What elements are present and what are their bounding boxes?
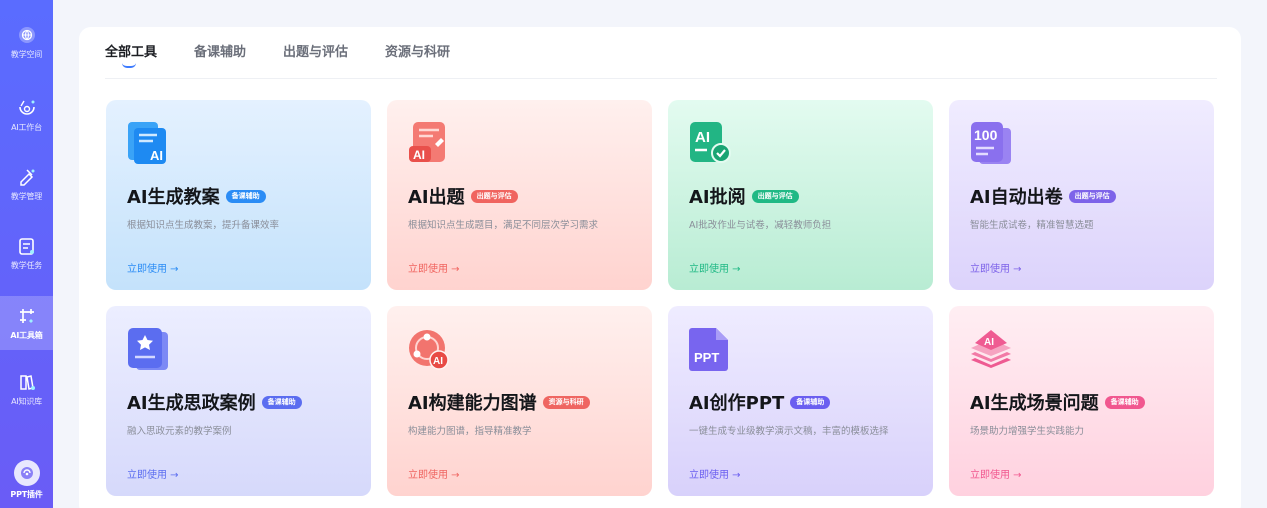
card-description: 场景助力增强学生实践能力: [970, 426, 1085, 437]
sidebar-item-label: PPT插件: [10, 490, 43, 499]
knowledge-icon: [17, 372, 37, 392]
tab-bar: 全部工具 备课辅助 出题与评估 资源与科研: [105, 43, 1217, 79]
tab-lesson-prep[interactable]: 备课辅助: [194, 43, 246, 63]
sidebar: 教学空间 AI工作台 教学管理 教学任务 AI工具箱 AI知识库 PPT插件: [0, 0, 53, 508]
card-title: AI创作PPT: [689, 393, 785, 414]
sidebar-item-label: AI知识库: [11, 396, 42, 406]
card-title: AI自动出卷: [970, 187, 1063, 208]
card-title: AI生成教案: [127, 187, 220, 208]
workbench-icon: [17, 98, 37, 118]
svg-text:AI: AI: [695, 129, 710, 146]
sidebar-item-ai-workbench[interactable]: AI工作台: [0, 85, 53, 145]
category-badge: 出题与评估: [1068, 189, 1116, 203]
svg-text:PPT: PPT: [694, 350, 719, 365]
tab-label: 资源与科研: [385, 45, 451, 60]
tool-card-exam-paper[interactable]: 100 AI自动出卷 出题与评估 智能生成试卷，精准智慧选题 立即使用 →: [949, 100, 1214, 290]
use-now-link[interactable]: 立即使用 →: [408, 260, 460, 275]
tool-card-question-gen[interactable]: AI AI出题 出题与评估 根据知识点生成题目，满足不同层次学习需求 立即使用 …: [387, 100, 652, 290]
tool-card-ability-map[interactable]: AI AI构建能力图谱 资源与科研 构建能力图谱，指导精准教学 立即使用 →: [387, 306, 652, 496]
card-description: 构建能力图谱，指导精准教学: [408, 426, 532, 437]
card-title-row: AI生成教案 备课辅助: [127, 183, 266, 209]
lesson-plan-icon: AI: [126, 120, 168, 166]
tool-card-grading[interactable]: AI AI批阅 出题与评估 AI批改作业与试卷，减轻教师负担 立即使用 →: [668, 100, 933, 290]
svg-text:AI: AI: [413, 148, 425, 162]
card-title: AI批阅: [689, 187, 746, 208]
toolbox-icon: [17, 306, 37, 326]
use-now-link[interactable]: 立即使用 →: [689, 466, 741, 481]
card-title-row: AI自动出卷 出题与评估: [970, 183, 1116, 209]
svg-text:AI: AI: [433, 356, 443, 367]
svg-text:AI: AI: [984, 337, 994, 348]
use-now-link[interactable]: 立即使用 →: [127, 260, 179, 275]
category-badge: 备课辅助: [225, 189, 266, 203]
tab-resource-research[interactable]: 资源与科研: [385, 43, 450, 63]
category-badge: 资源与科研: [542, 395, 590, 409]
use-now-link[interactable]: 立即使用 →: [689, 260, 741, 275]
tab-label: 备课辅助: [194, 45, 247, 60]
category-badge: 备课辅助: [790, 395, 831, 409]
globe-icon: [17, 25, 37, 45]
card-description: 一键生成专业级教学演示文稿，丰富的模板选择: [689, 426, 889, 437]
use-now-link[interactable]: 立即使用 →: [970, 260, 1022, 275]
question-gen-icon: AI: [407, 120, 449, 166]
card-title-row: AI生成场景问题 备课辅助: [970, 389, 1145, 415]
exam-paper-icon: 100: [969, 120, 1011, 166]
category-badge: 备课辅助: [1104, 395, 1145, 409]
tool-card-ideology-case[interactable]: AI生成思政案例 备课辅助 融入思政元素的教学案例 立即使用 →: [106, 306, 371, 496]
ppt-create-icon: PPT: [688, 326, 730, 372]
management-icon: [17, 167, 37, 187]
sidebar-item-label: 教学管理: [10, 191, 43, 201]
card-description: AI批改作业与试卷，减轻教师负担: [689, 220, 832, 231]
card-description: 智能生成试卷，精准智慧选题: [970, 220, 1094, 231]
tool-card-scenario[interactable]: AI AI生成场景问题 备课辅助 场景助力增强学生实践能力 立即使用 →: [949, 306, 1214, 496]
use-now-link[interactable]: 立即使用 →: [127, 466, 179, 481]
use-now-link[interactable]: 立即使用 →: [408, 466, 460, 481]
card-title-row: AI生成思政案例 备课辅助: [127, 389, 302, 415]
svg-text:AI: AI: [150, 148, 163, 163]
card-title: AI构建能力图谱: [408, 393, 537, 414]
tab-label: 出题与评估: [283, 45, 349, 60]
grading-icon: AI: [688, 120, 731, 166]
task-icon: [17, 236, 37, 256]
tab-label: 全部工具: [105, 45, 158, 60]
sidebar-item-label: 教学空间: [10, 49, 43, 59]
tab-all-tools[interactable]: 全部工具: [105, 43, 158, 68]
tool-card-ppt-create[interactable]: PPT AI创作PPT 备课辅助 一键生成专业级教学演示文稿，丰富的模板选择 立…: [668, 306, 933, 496]
ideology-case-icon: [126, 326, 168, 372]
sidebar-item-teaching-space[interactable]: 教学空间: [0, 12, 53, 72]
sidebar-item-ai-toolbox[interactable]: AI工具箱: [0, 296, 53, 350]
scenario-icon: AI: [969, 326, 1011, 372]
card-title: AI生成场景问题: [970, 393, 1099, 414]
sidebar-item-ai-knowledge[interactable]: AI知识库: [0, 359, 53, 419]
card-description: 根据知识点生成教案，提升备课效率: [127, 220, 280, 231]
category-badge: 备课辅助: [261, 395, 302, 409]
card-title-row: AI构建能力图谱 资源与科研: [408, 389, 590, 415]
category-badge: 出题与评估: [751, 189, 799, 203]
card-title-row: AI批阅 出题与评估: [689, 183, 799, 209]
ability-map-icon: AI: [407, 326, 449, 372]
category-badge: 出题与评估: [470, 189, 518, 203]
sidebar-item-teaching-management[interactable]: 教学管理: [0, 154, 53, 214]
svg-text:100: 100: [974, 127, 998, 143]
tab-question-eval[interactable]: 出题与评估: [283, 43, 348, 63]
card-title: AI生成思政案例: [127, 393, 256, 414]
tool-card-lesson-plan[interactable]: AI AI生成教案 备课辅助 根据知识点生成教案，提升备课效率 立即使用 →: [106, 100, 371, 290]
ppt-plugin-icon: [13, 460, 40, 486]
card-title-row: AI创作PPT 备课辅助: [689, 389, 831, 415]
card-description: 融入思政元素的教学案例: [127, 426, 232, 437]
card-title: AI出题: [408, 187, 465, 208]
card-description: 根据知识点生成题目，满足不同层次学习需求: [408, 220, 599, 231]
use-now-link[interactable]: 立即使用 →: [970, 466, 1022, 481]
active-tab-indicator: [122, 63, 136, 68]
sidebar-item-label: AI工具箱: [10, 330, 43, 340]
sidebar-item-label: AI工作台: [11, 122, 42, 132]
main-panel: 全部工具 备课辅助 出题与评估 资源与科研 AI AI生成教案 备课辅助 根据知…: [79, 27, 1241, 508]
sidebar-item-label: 教学任务: [10, 260, 43, 270]
card-title-row: AI出题 出题与评估: [408, 183, 518, 209]
sidebar-item-ppt-plugin[interactable]: PPT插件: [0, 452, 53, 508]
sidebar-item-teaching-task[interactable]: 教学任务: [0, 223, 53, 283]
